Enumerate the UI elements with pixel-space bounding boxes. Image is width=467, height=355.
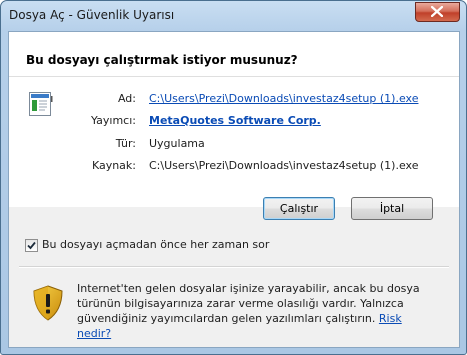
warning-text: Internet'ten gelen dosyalar işinize yara… (77, 282, 420, 325)
checkmark-icon (27, 241, 36, 250)
file-name-link[interactable]: C:\Users\Prezi\Downloads\investaz4setup … (149, 92, 418, 105)
publisher-label: Yayımcı: (90, 114, 136, 127)
security-warning: Internet'ten gelen dosyalar işinize yara… (19, 275, 449, 340)
header-band: Bu dosyayı çalıştırmak istiyor musunuz? (9, 32, 459, 77)
always-ask-label: Bu dosyayı açmadan önce her zaman sor (42, 238, 270, 251)
window-title: Dosya Aç - Güvenlik Uyarısı (9, 8, 175, 22)
type-value: Uygulama (149, 137, 205, 150)
divider (19, 266, 449, 268)
warning-text-block: Internet'ten gelen dosyalar işinize yara… (77, 281, 437, 341)
run-button-label: Çalıştır (279, 202, 319, 215)
dialog-window: Dosya Aç - Güvenlik Uyarısı Bu dosyayı ç… (0, 0, 467, 355)
type-label: Tür: (115, 137, 136, 150)
publisher-link[interactable]: MetaQuotes Software Corp. (149, 114, 321, 127)
name-label: Ad: (117, 92, 136, 105)
shield-warning-icon (33, 285, 63, 321)
close-button[interactable] (415, 2, 460, 22)
source-value: C:\Users\Prezi\Downloads\investaz4setup … (149, 159, 419, 172)
cancel-button[interactable]: İptal (351, 197, 433, 220)
run-button[interactable]: Çalıştır (263, 197, 335, 220)
title-bar[interactable]: Dosya Aç - Güvenlik Uyarısı (1, 1, 466, 31)
source-label: Kaynak: (91, 159, 136, 172)
dialog-body: Bu dosyayı çalıştırmak istiyor musunuz? … (8, 31, 460, 348)
cancel-button-label: İptal (379, 202, 405, 215)
close-icon (431, 6, 443, 17)
page-title: Bu dosyayı çalıştırmak istiyor musunuz? (26, 53, 298, 67)
always-ask-checkbox[interactable] (25, 239, 38, 252)
